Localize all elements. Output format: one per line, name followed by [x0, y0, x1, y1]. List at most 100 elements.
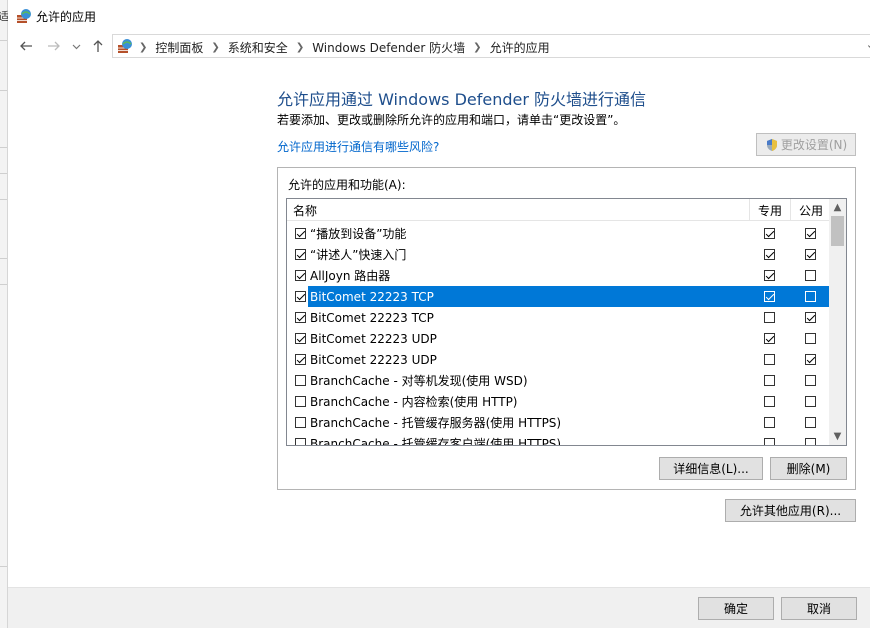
private-network-checkbox[interactable] [764, 375, 775, 386]
table-row[interactable]: BitComet 22223 UDP [287, 328, 831, 349]
private-network-checkbox[interactable] [764, 438, 775, 445]
firewall-icon [118, 39, 132, 53]
private-network-checkbox[interactable] [764, 396, 775, 407]
table-row[interactable]: AllJoyn 路由器 [287, 265, 831, 286]
public-network-checkbox[interactable] [805, 396, 816, 407]
back-button[interactable] [18, 38, 34, 54]
left-window-edge: 适 [0, 0, 9, 628]
app-name: AllJoyn 路由器 [310, 269, 391, 283]
enable-rule-checkbox[interactable] [295, 417, 306, 428]
private-network-checkbox[interactable] [764, 333, 775, 344]
edge-line [0, 284, 7, 285]
enable-rule-checkbox[interactable] [295, 270, 306, 281]
edge-line [0, 147, 7, 148]
public-network-checkbox[interactable] [805, 312, 816, 323]
enable-rule-checkbox[interactable] [295, 396, 306, 407]
arrow-right-icon [48, 41, 60, 51]
firewall-icon [17, 9, 31, 23]
forward-button[interactable] [46, 38, 62, 54]
public-network-checkbox[interactable] [805, 249, 816, 260]
app-name: “讲述人”快速入门 [310, 248, 407, 262]
vertical-scrollbar[interactable]: ▲ ▼ [829, 199, 846, 445]
table-row[interactable]: BranchCache - 内容检索(使用 HTTP) [287, 391, 831, 412]
column-header-name[interactable]: 名称 [293, 199, 317, 221]
app-name: BitComet 22223 TCP [310, 310, 434, 325]
page-title: 允许应用通过 Windows Defender 防火墙进行通信 [277, 90, 647, 109]
column-header-public[interactable]: 公用 [791, 199, 831, 221]
risk-info-link[interactable]: 允许应用进行通信有哪些风险? [277, 138, 439, 155]
scroll-up-icon[interactable]: ▲ [829, 199, 846, 216]
breadcrumb-item[interactable]: 允许的应用 [490, 39, 550, 56]
list-rows: “播放到设备”功能 “讲述人”快速入门 AllJoyn 路由器 BitComet 22… [287, 223, 831, 445]
window-title: 允许的应用 [36, 10, 97, 24]
ok-button[interactable]: 确定 [698, 597, 774, 620]
table-row[interactable]: “讲述人”快速入门 [287, 244, 831, 265]
app-name: BitComet 22223 TCP [308, 286, 831, 307]
edge-line [0, 199, 7, 200]
enable-rule-checkbox[interactable] [295, 228, 306, 239]
public-network-checkbox[interactable] [805, 270, 816, 281]
app-name: “播放到设备”功能 [310, 227, 407, 241]
private-network-checkbox[interactable] [764, 249, 775, 260]
breadcrumb-item[interactable]: 系统和安全 [228, 39, 288, 56]
app-name: BranchCache - 对等机发现(使用 WSD) [310, 374, 528, 388]
public-network-checkbox[interactable] [805, 417, 816, 428]
chevron-right-icon: ❯ [139, 42, 148, 53]
table-row[interactable]: BitComet 22223 TCP [287, 286, 831, 307]
change-settings-button[interactable]: 更改设置(N) [756, 133, 856, 156]
private-network-checkbox[interactable] [764, 270, 775, 281]
private-network-checkbox[interactable] [764, 228, 775, 239]
change-settings-label: 更改设置(N) [780, 138, 848, 152]
public-network-checkbox[interactable] [805, 228, 816, 239]
chevron-down-icon [72, 44, 80, 49]
edge-line [0, 90, 7, 91]
allowed-apps-label: 允许的应用和功能(A): [288, 178, 406, 192]
up-button[interactable] [90, 38, 106, 54]
cancel-button[interactable]: 取消 [781, 597, 857, 620]
table-row[interactable]: BranchCache - 托管缓存服务器(使用 HTTPS) [287, 412, 831, 433]
public-network-checkbox[interactable] [805, 375, 816, 386]
breadcrumb: ❯ 控制面板 ❯ 系统和安全 ❯ Windows Defender 防火墙 ❯ … [139, 39, 550, 56]
public-network-checkbox[interactable] [805, 333, 816, 344]
private-network-checkbox[interactable] [764, 417, 775, 428]
table-row[interactable]: BitComet 22223 TCP [287, 307, 831, 328]
enable-rule-checkbox[interactable] [295, 249, 306, 260]
table-row[interactable]: “播放到设备”功能 [287, 223, 831, 244]
table-row[interactable]: BranchCache - 对等机发现(使用 WSD) [287, 370, 831, 391]
public-network-checkbox[interactable] [805, 438, 816, 445]
breadcrumb-item[interactable]: Windows Defender 防火墙 [312, 39, 465, 56]
column-header-private[interactable]: 专用 [750, 199, 790, 221]
enable-rule-checkbox[interactable] [295, 291, 306, 302]
private-network-checkbox[interactable] [764, 291, 775, 302]
enable-rule-checkbox[interactable] [295, 375, 306, 386]
enable-rule-checkbox[interactable] [295, 354, 306, 365]
scroll-down-icon[interactable]: ▼ [829, 428, 846, 445]
app-name: BitComet 22223 UDP [310, 331, 437, 346]
address-field[interactable]: ❯ 控制面板 ❯ 系统和安全 ❯ Windows Defender 防火墙 ❯ … [112, 34, 870, 58]
private-network-checkbox[interactable] [764, 354, 775, 365]
enable-rule-checkbox[interactable] [295, 438, 306, 445]
allowed-apps-list[interactable]: 名称 专用 公用 “播放到设备”功能 “讲述人”快速入门 AllJoyn 路由器 Bi… [286, 198, 847, 446]
list-header: 名称 专用 公用 [287, 199, 831, 221]
scrollbar-thumb[interactable] [831, 216, 844, 246]
private-network-checkbox[interactable] [764, 312, 775, 323]
chevron-right-icon: ❯ [295, 42, 305, 53]
public-network-checkbox[interactable] [805, 291, 816, 302]
public-network-checkbox[interactable] [805, 354, 816, 365]
breadcrumb-item[interactable]: 控制面板 [155, 39, 203, 56]
address-dropdown-icon[interactable]: ⌄ [866, 38, 870, 51]
chevron-right-icon: ❯ [473, 42, 482, 53]
recent-locations-button[interactable] [70, 38, 82, 54]
table-row[interactable]: BitComet 22223 UDP [287, 349, 831, 370]
allow-other-app-button[interactable]: 允许其他应用(R)... [725, 499, 856, 522]
table-row[interactable]: BranchCache - 托管缓存客户端(使用 HTTPS) [287, 433, 831, 445]
arrow-up-icon [93, 40, 103, 52]
app-name: BranchCache - 托管缓存服务器(使用 HTTPS) [310, 416, 562, 430]
delete-button[interactable]: 删除(M) [770, 457, 847, 480]
chevron-right-icon: ❯ [211, 42, 220, 53]
enable-rule-checkbox[interactable] [295, 333, 306, 344]
arrow-left-icon [20, 41, 32, 51]
details-button[interactable]: 详细信息(L)... [659, 457, 763, 480]
address-bar: ❯ 控制面板 ❯ 系统和安全 ❯ Windows Defender 防火墙 ❯ … [8, 32, 870, 60]
enable-rule-checkbox[interactable] [295, 312, 306, 323]
